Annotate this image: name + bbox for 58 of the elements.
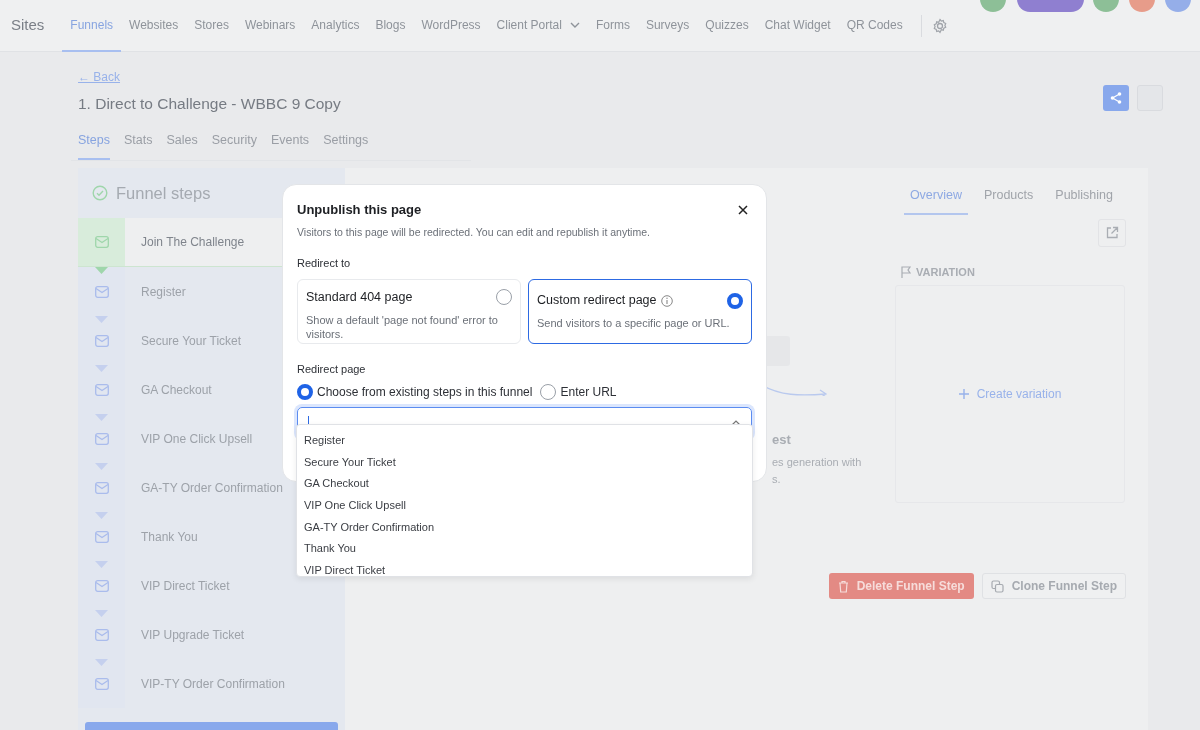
- funnel-step[interactable]: VIP Upgrade Ticket: [141, 625, 245, 644]
- page-tab[interactable]: Security: [211, 131, 257, 160]
- panel-tab[interactable]: Publishing: [1049, 182, 1119, 215]
- funnel-step[interactable]: Register: [141, 282, 186, 301]
- field-label: Redirect to: [297, 256, 352, 272]
- heading-text: est: [772, 431, 791, 449]
- funnel-step[interactable]: Join The Challenge: [141, 233, 245, 251]
- dropdown-option[interactable]: Thank You: [297, 538, 752, 561]
- dropdown-option[interactable]: GA Checkout: [297, 473, 752, 496]
- funnel-step[interactable]: VIP One Click Upsell: [141, 429, 253, 448]
- page-tab[interactable]: Stats: [123, 131, 153, 160]
- create-variation-link[interactable]: Create variation: [952, 384, 1068, 404]
- nav-tab[interactable]: Stores: [186, 0, 237, 52]
- nav-tab[interactable]: Surveys: [637, 0, 698, 52]
- funnel-step[interactable]: VIP-TY Order Confirmation: [141, 674, 285, 693]
- section-label: VARIATION: [916, 265, 975, 280]
- field-label: Redirect page: [297, 361, 367, 377]
- nav-tab[interactable]: Blogs: [367, 0, 414, 52]
- funnel-step[interactable]: Secure Your Ticket: [141, 331, 242, 350]
- option-card[interactable]: Custom redirect page Send visitors to a specific page or URL.: [528, 278, 752, 344]
- nav-tab[interactable]: Chat Widget: [756, 0, 839, 52]
- nav-tab[interactable]: Websites: [121, 0, 187, 52]
- delete-button[interactable]: Delete Funnel Step: [828, 573, 974, 599]
- panel-title: Funnel steps: [116, 182, 211, 204]
- funnel-step[interactable]: Thank You: [141, 527, 198, 546]
- dropdown-option[interactable]: Secure Your Ticket: [297, 451, 752, 474]
- option-card[interactable]: Standard 404 page Show a default 'page not found' error to visitors.: [297, 278, 521, 344]
- page-tab[interactable]: Sales: [166, 131, 198, 160]
- brand-label: Sites: [11, 15, 45, 36]
- nav-tab[interactable]: Client Portal: [496, 15, 562, 34]
- body-text: s.: [772, 472, 781, 487]
- nav-tab[interactable]: Forms: [587, 0, 638, 52]
- page-title: 1. Direct to Challenge - WBBC 9 Copy: [78, 94, 341, 114]
- page-tab[interactable]: Settings: [323, 131, 369, 160]
- dropdown-option[interactable]: VIP Direct Ticket: [297, 560, 752, 576]
- nav-tab[interactable]: Webinars: [236, 0, 304, 52]
- dropdown-option[interactable]: VIP One Click Upsell: [297, 495, 752, 517]
- body-text: es generation with: [772, 455, 862, 470]
- nav-tab[interactable]: WordPress: [413, 0, 489, 52]
- page-tab[interactable]: Events: [270, 131, 310, 160]
- dropdown-option[interactable]: GA-TY Order Confirmation: [297, 516, 752, 539]
- dropdown-option[interactable]: Register: [297, 430, 752, 452]
- page-tab[interactable]: Steps: [78, 131, 110, 160]
- nav-tab[interactable]: Quizzes: [697, 0, 757, 52]
- dialog-subtitle: Visitors to this page will be redirected. You can edit and republish it anytime.: [297, 224, 651, 240]
- panel-tab[interactable]: Products: [977, 182, 1040, 215]
- clone-button[interactable]: Clone Funnel Step: [981, 573, 1126, 599]
- back-link[interactable]: ← Back: [78, 68, 120, 86]
- funnel-step[interactable]: VIP Direct Ticket: [141, 576, 230, 595]
- radio-option[interactable]: Choose from existing steps in this funnel: [297, 383, 533, 402]
- dialog-title: Unpublish this page: [297, 201, 422, 219]
- nav-tab[interactable]: Funnels: [62, 0, 122, 52]
- nav-tab[interactable]: Analytics: [303, 0, 368, 52]
- radio-option[interactable]: Enter URL: [540, 383, 617, 402]
- nav-tab[interactable]: QR Codes: [838, 0, 911, 52]
- funnel-step[interactable]: GA Checkout: [141, 380, 212, 399]
- funnel-step[interactable]: GA-TY Order Confirmation: [141, 478, 283, 497]
- panel-tab[interactable]: Overview: [903, 182, 968, 215]
